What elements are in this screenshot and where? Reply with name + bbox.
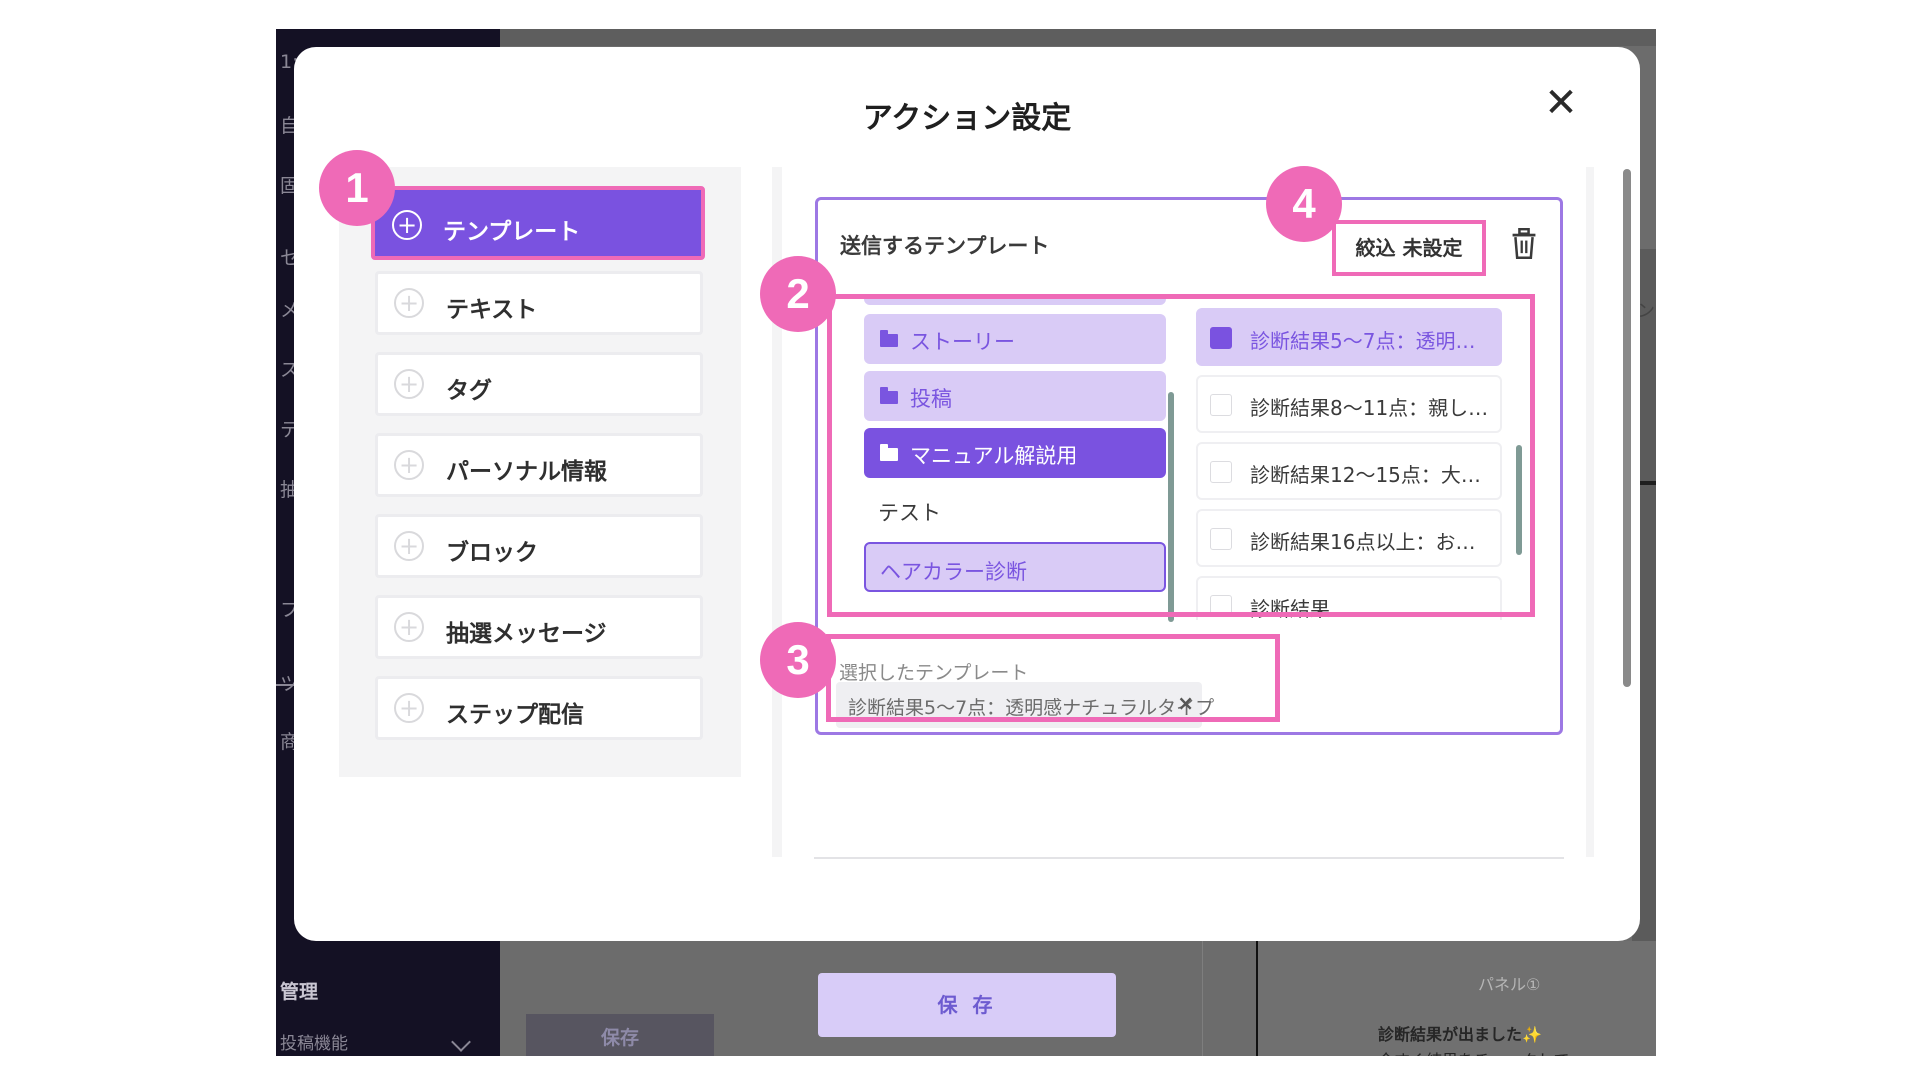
action-item-personal-info[interactable]: + パーソナル情報	[375, 433, 703, 497]
selected-template-label: 選択したテンプレート	[839, 662, 1029, 684]
template-list: 診断結果5〜7点：透明… 診断結果8〜11点：親し… 診断結果12〜15点：大……	[1196, 308, 1514, 620]
save-button[interactable]: 保 存	[818, 973, 1116, 1037]
step-badge-4: 4	[1266, 166, 1342, 242]
bg-preview-panel: パネル① 診断結果が出ました✨ 今すぐ結果をチェックして	[1258, 941, 1656, 1056]
action-label: ブロック	[446, 540, 538, 566]
template-item[interactable]: 診断結果8〜11点：親し…	[1196, 375, 1502, 433]
checkbox[interactable]	[1210, 528, 1232, 550]
folder-label: ストーリー	[910, 330, 1015, 354]
bg-sidebar-text: 管理	[280, 981, 319, 1003]
bg-save-button: 保存	[526, 1014, 714, 1056]
folder-item[interactable]: 投稿	[864, 371, 1166, 421]
chip-label: 診断結果5〜7点：透明感ナチュラルタイプ	[848, 697, 1215, 719]
action-label: ステップ配信	[446, 702, 584, 728]
plus-circle-icon: +	[394, 612, 424, 642]
checkbox[interactable]	[1210, 327, 1232, 349]
folder-label: ヘアカラー診断	[880, 560, 1027, 584]
action-item-tag[interactable]: + タグ	[375, 352, 703, 416]
checkbox[interactable]	[1210, 595, 1232, 617]
template-label: 診断結果16点以上：お…	[1250, 530, 1476, 554]
folder-label: テスト	[878, 501, 941, 525]
template-scrollbar[interactable]	[1516, 445, 1522, 555]
plus-circle-icon: +	[394, 450, 424, 480]
folder-item[interactable]: ストーリー	[864, 314, 1166, 364]
folder-item[interactable]: テスト	[864, 485, 1166, 535]
folder-open-icon	[880, 444, 898, 461]
bg-sidebar-text: 投稿機能	[280, 1034, 348, 1054]
filter-button[interactable]: 絞込 未設定	[1332, 220, 1486, 276]
bg-divider	[276, 684, 294, 686]
plus-circle-icon: +	[394, 531, 424, 561]
template-label: 診断結果12〜15点：大…	[1250, 463, 1481, 487]
step-badge-3: 3	[760, 622, 836, 698]
action-item-step-delivery[interactable]: + ステップ配信	[375, 676, 703, 740]
action-label: タグ	[446, 378, 492, 404]
checkbox[interactable]	[1210, 394, 1232, 416]
bg-preview-body: 今すぐ結果をチェックして	[1378, 1047, 1570, 1056]
close-icon[interactable]: ✕	[1539, 81, 1583, 125]
step-badge-1: 1	[319, 150, 395, 226]
folder-item[interactable]: ヘアカラー診断	[864, 542, 1166, 592]
template-item[interactable]: 診断結果5〜7点：透明…	[1196, 308, 1502, 366]
template-label: 診断結果8〜11点：親し…	[1250, 396, 1489, 420]
folder-label: 投稿	[910, 387, 952, 411]
selected-template-chip: 診断結果5〜7点：透明感ナチュラルタイプ ×	[836, 682, 1214, 728]
folder-list: ストーリー 投稿 マニュアル解説用 テスト ヘアカラー診断	[860, 295, 1168, 620]
template-item[interactable]: 診断結果	[1196, 576, 1502, 620]
modal-scrollbar[interactable]	[1623, 169, 1631, 687]
bg-topbar	[500, 29, 1656, 46]
step-badge-2: 2	[760, 256, 836, 332]
folder-icon	[880, 387, 898, 404]
action-label: テンプレート	[443, 219, 581, 245]
bg-preview-title: 診断結果が出ました✨	[1378, 1025, 1542, 1044]
folder-item[interactable]	[864, 295, 1166, 305]
checkbox[interactable]	[1210, 461, 1232, 483]
remove-icon[interactable]: ×	[1177, 691, 1194, 715]
action-label: 抽選メッセージ	[446, 621, 607, 647]
action-item-text[interactable]: + テキスト	[375, 271, 703, 335]
action-label: テキスト	[446, 297, 538, 323]
bg-panel-label: パネル①	[1478, 975, 1541, 994]
template-item[interactable]: 診断結果12〜15点：大…	[1196, 442, 1502, 500]
action-item-lottery-message[interactable]: + 抽選メッセージ	[375, 595, 703, 659]
folder-label: マニュアル解説用	[910, 444, 1078, 468]
action-label: パーソナル情報	[446, 459, 607, 485]
modal-title: アクション設定	[862, 101, 1072, 136]
chevron-down-icon	[451, 1032, 471, 1052]
plus-circle-icon: +	[394, 288, 424, 318]
action-type-list: + テンプレート + テキスト + タグ + パーソナル情報 + ブロック + …	[339, 167, 741, 777]
folder-icon	[880, 330, 898, 347]
plus-circle-icon: +	[394, 369, 424, 399]
divider	[814, 857, 1564, 859]
plus-circle-icon: +	[392, 210, 422, 240]
folder-scrollbar[interactable]	[1168, 392, 1174, 622]
template-label: 診断結果5〜7点：透明…	[1250, 329, 1476, 353]
template-card: 送信するテンプレート 絞込 未設定 ストーリー 投稿 マニュアル解説用 テスト …	[815, 197, 1563, 735]
template-label: 診断結果	[1250, 597, 1330, 620]
trash-icon[interactable]	[1510, 228, 1538, 260]
template-item[interactable]: 診断結果16点以上：お…	[1196, 509, 1502, 567]
action-item-block[interactable]: + ブロック	[375, 514, 703, 578]
bg-divider	[1202, 941, 1203, 1056]
action-item-template[interactable]: + テンプレート	[371, 186, 705, 260]
plus-circle-icon: +	[394, 693, 424, 723]
template-card-heading: 送信するテンプレート	[840, 234, 1050, 258]
folder-item[interactable]: マニュアル解説用	[864, 428, 1166, 478]
